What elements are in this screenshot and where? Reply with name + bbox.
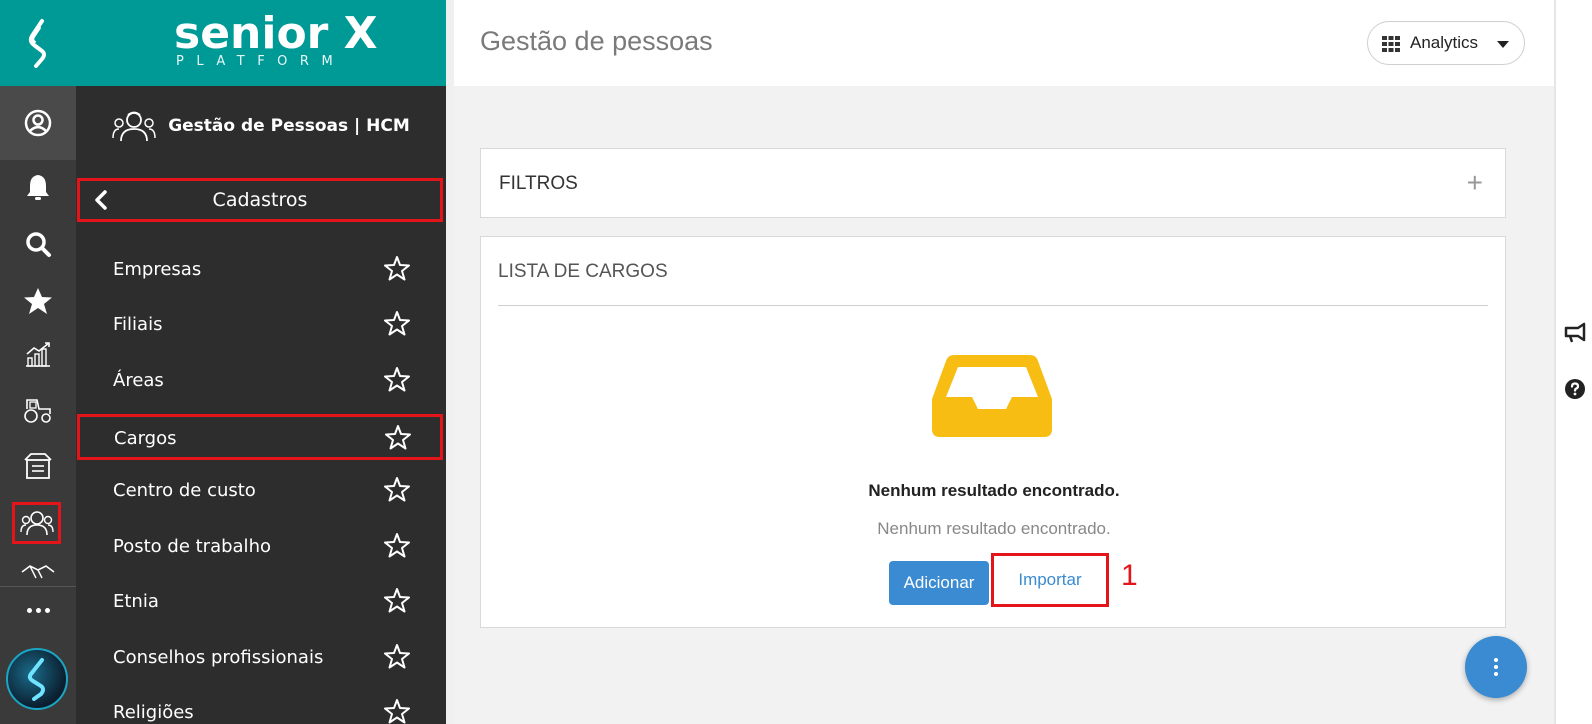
star-icon[interactable] bbox=[0, 278, 76, 324]
list-title: LISTA DE CARGOS bbox=[498, 261, 668, 282]
menu-item-label: Centro de custo bbox=[113, 480, 256, 501]
cargos-list-panel: LISTA DE CARGOS Nenhum resultado encontr… bbox=[480, 236, 1506, 628]
menu-item-label: Etnia bbox=[113, 591, 159, 612]
section-header-cadastros[interactable]: Cadastros bbox=[77, 178, 443, 222]
app-root: senior X PLATFORM Gestão de Pessoas | HC… bbox=[0, 0, 1592, 724]
menu-item-label: Empresas bbox=[113, 259, 202, 280]
senior-logo-icon[interactable] bbox=[0, 0, 76, 86]
star-outline-icon[interactable] bbox=[384, 532, 410, 558]
step-annotation: 1 bbox=[1121, 559, 1138, 592]
star-outline-icon[interactable] bbox=[384, 366, 410, 392]
menu-item-label: Filiais bbox=[113, 314, 163, 335]
star-outline-icon[interactable] bbox=[385, 424, 411, 450]
filters-panel[interactable]: FILTROS + bbox=[480, 148, 1506, 218]
menu-item-filiais[interactable]: Filiais bbox=[76, 300, 446, 348]
menu-item-posto-de-trabalho[interactable]: Posto de trabalho bbox=[76, 522, 446, 570]
menu-item-etnia[interactable]: Etnia bbox=[76, 577, 446, 625]
add-button[interactable]: Adicionar bbox=[889, 561, 989, 605]
more-icon[interactable] bbox=[0, 598, 76, 622]
star-outline-icon[interactable] bbox=[384, 476, 410, 502]
menu-item-label: Conselhos profissionais bbox=[113, 647, 324, 668]
empty-state-subtitle: Nenhum resultado encontrado. bbox=[877, 519, 1111, 538]
list-divider bbox=[498, 305, 1488, 306]
apps-grid-icon bbox=[1382, 36, 1400, 52]
empty-inbox-icon bbox=[932, 355, 1052, 437]
top-bar: Gestão de pessoas Analytics bbox=[454, 0, 1554, 86]
utility-strip bbox=[1554, 0, 1592, 724]
analytics-label: Analytics bbox=[1410, 33, 1479, 52]
star-outline-icon[interactable] bbox=[384, 310, 410, 336]
filters-title: FILTROS bbox=[499, 173, 578, 194]
menu-item-areas[interactable]: Áreas bbox=[76, 356, 446, 404]
menu-item-label: Posto de trabalho bbox=[113, 536, 271, 557]
hcm-module-icon bbox=[112, 111, 156, 142]
module-title: Gestão de Pessoas | HCM bbox=[168, 116, 410, 136]
tractor-icon[interactable] bbox=[0, 387, 76, 433]
import-button[interactable]: Importar bbox=[991, 553, 1109, 607]
menu-item-label: Religiões bbox=[113, 702, 194, 723]
chevron-left-icon[interactable] bbox=[94, 190, 108, 210]
star-outline-icon[interactable] bbox=[384, 643, 410, 669]
inbox-icon[interactable] bbox=[0, 443, 76, 489]
navigation-panel: senior X PLATFORM Gestão de Pessoas | HC… bbox=[76, 0, 446, 724]
module-header: Gestão de Pessoas | HCM bbox=[76, 100, 446, 152]
megaphone-icon[interactable] bbox=[1564, 322, 1586, 344]
brand-header[interactable]: senior X PLATFORM bbox=[76, 0, 446, 86]
star-outline-icon[interactable] bbox=[384, 587, 410, 613]
main-content: Gestão de pessoas Analytics FILTROS + LI… bbox=[454, 0, 1554, 724]
page-title: Gestão de pessoas bbox=[480, 26, 713, 56]
menu-item-religioes[interactable]: Religiões bbox=[76, 688, 446, 724]
caret-down-icon bbox=[1497, 41, 1509, 48]
brand-name: senior X bbox=[174, 8, 378, 59]
empty-state-title: Nenhum resultado encontrado. bbox=[868, 481, 1120, 500]
brand-tagline: PLATFORM bbox=[176, 54, 346, 69]
analytics-dropdown[interactable]: Analytics bbox=[1367, 21, 1525, 65]
more-actions-button[interactable] bbox=[1465, 636, 1527, 698]
menu-item-label: Cargos bbox=[114, 428, 177, 449]
bell-icon[interactable] bbox=[0, 164, 76, 210]
plus-icon[interactable]: + bbox=[1467, 169, 1483, 197]
user-circle-icon[interactable] bbox=[0, 86, 76, 160]
handshake-icon[interactable] bbox=[0, 558, 76, 584]
menu-item-centro-de-custo[interactable]: Centro de custo bbox=[76, 466, 446, 514]
star-outline-icon[interactable] bbox=[384, 698, 410, 724]
menu-item-label: Áreas bbox=[113, 370, 164, 391]
panel-divider bbox=[446, 0, 454, 724]
chart-icon[interactable] bbox=[0, 332, 76, 378]
help-icon[interactable] bbox=[1564, 378, 1586, 400]
menu-item-empresas[interactable]: Empresas bbox=[76, 245, 446, 293]
icon-rail bbox=[0, 0, 76, 724]
people-icon[interactable] bbox=[12, 502, 61, 544]
section-title: Cadastros bbox=[212, 189, 308, 211]
ai-assistant-icon[interactable] bbox=[6, 648, 68, 710]
menu-item-conselhos-profissionais[interactable]: Conselhos profissionais bbox=[76, 633, 446, 681]
search-icon[interactable] bbox=[0, 221, 76, 267]
star-outline-icon[interactable] bbox=[384, 255, 410, 281]
menu-item-cargos[interactable]: Cargos bbox=[77, 414, 443, 460]
rail-divider bbox=[0, 586, 76, 587]
